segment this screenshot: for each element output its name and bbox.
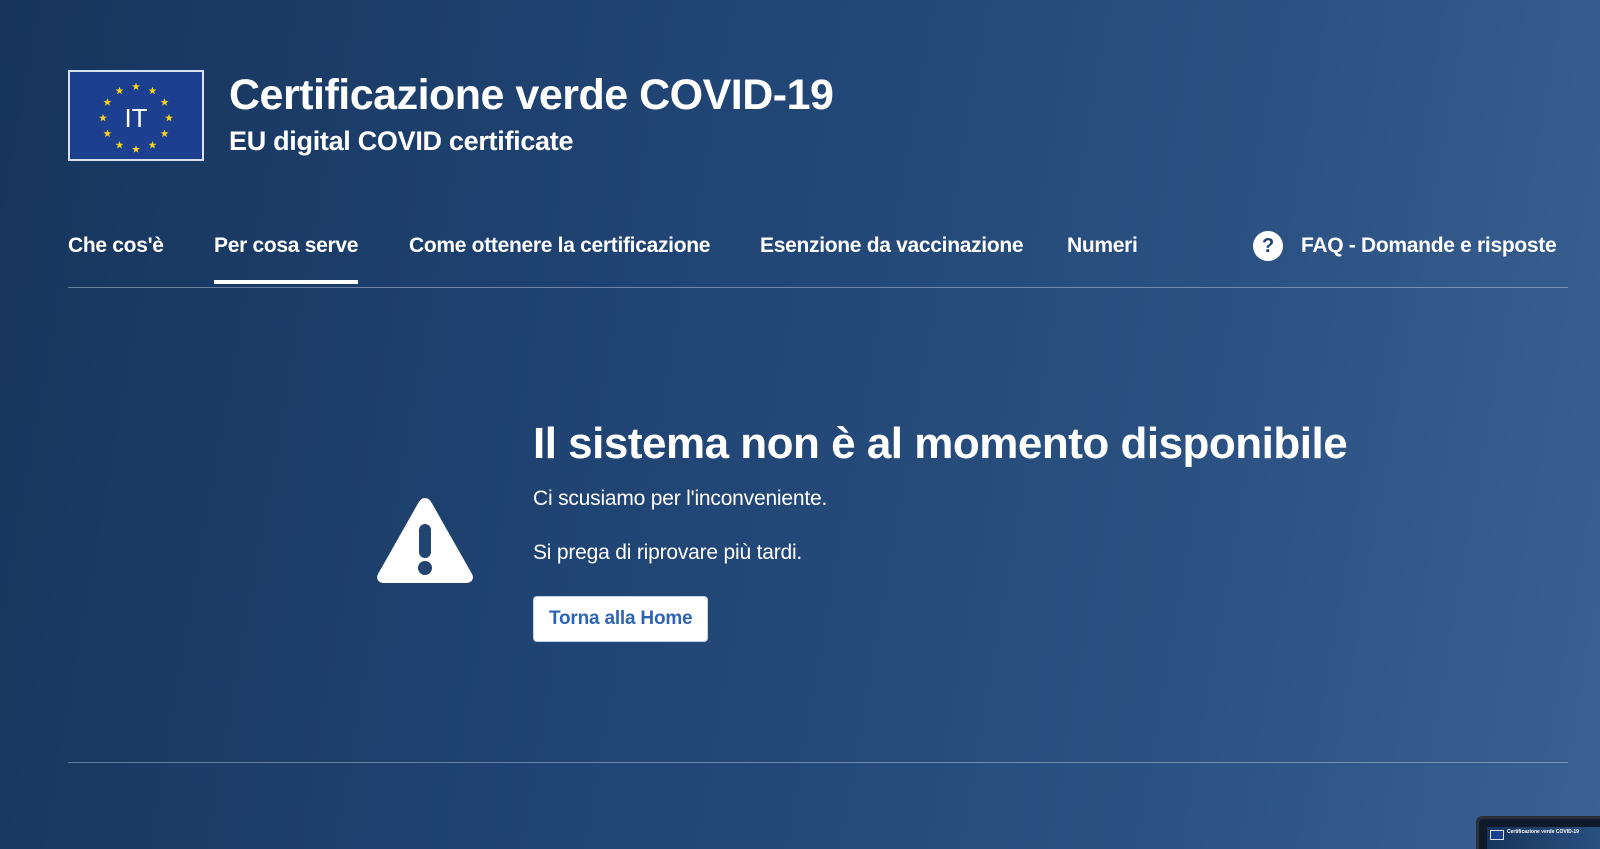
eu-star-icon (148, 140, 157, 149)
site-subtitle: EU digital COVID certificate (229, 126, 574, 156)
nav-item-per-cosa-serve[interactable]: Per cosa serve (214, 226, 358, 284)
eu-star-icon (132, 82, 140, 91)
nav-item-esenzione[interactable]: Esenzione da vaccinazione (760, 226, 1024, 266)
eu-star-icon (148, 86, 157, 95)
eu-star-icon (99, 113, 107, 122)
site-title: Certificazione verde COVID-19 (229, 71, 834, 119)
main-navigation: Che cos'è Per cosa serve Come ottenere l… (68, 226, 1568, 286)
nav-item-che-cos-e[interactable]: Che cos'è (68, 226, 164, 266)
eu-star-icon (115, 140, 124, 149)
eu-star-icon (103, 98, 112, 106)
nav-item-numeri[interactable]: Numeri (1067, 226, 1138, 266)
flag-country-code: IT (124, 103, 147, 133)
warning-triangle-icon (377, 498, 473, 583)
eu-star-icon (115, 86, 124, 95)
error-panel: Il sistema non è al momento disponibile … (533, 416, 1433, 642)
nav-divider (68, 287, 1568, 288)
error-apology-text: Ci scusiamo per l'inconveniente. (533, 487, 828, 510)
eu-star-icon (160, 98, 169, 106)
thumbnail-caption: Certificazione verde COVID-19 (1507, 829, 1579, 835)
back-to-home-button[interactable]: Torna alla Home (533, 596, 709, 642)
eu-stars-icon: IT (99, 82, 173, 153)
screen-thumbnail: Certificazione verde COVID-19 (1476, 816, 1600, 849)
faq-label: FAQ - Domande e risposte (1301, 234, 1557, 257)
eu-star-icon (165, 113, 173, 122)
site-header: IT Certificazione verde COVID-19 EU digi… (68, 70, 834, 161)
eu-star-icon (132, 145, 140, 153)
header-titles: Certificazione verde COVID-19 EU digital… (229, 70, 834, 158)
nav-item-come-ottenere[interactable]: Come ottenere la certificazione (409, 226, 710, 266)
error-title: Il sistema non è al momento disponibile (533, 419, 1348, 468)
eu-star-icon (160, 129, 169, 138)
thumbnail-preview: Certificazione verde COVID-19 (1487, 827, 1600, 849)
eu-italy-flag-logo[interactable]: IT (68, 70, 204, 161)
thumbnail-flag-icon (1490, 830, 1504, 840)
eu-star-icon (103, 129, 112, 138)
error-retry-text: Si prega di riprovare più tardi. (533, 541, 803, 564)
content-divider (68, 762, 1568, 763)
nav-item-faq[interactable]: ? FAQ - Domande e risposte (1253, 226, 1557, 266)
question-circle-icon: ? (1253, 231, 1283, 261)
